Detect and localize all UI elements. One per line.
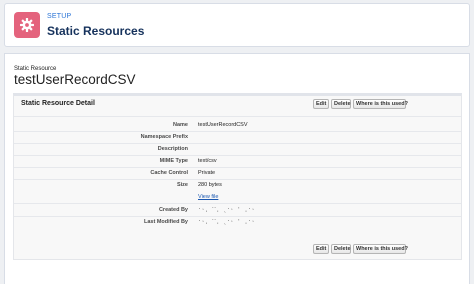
last-modified-by-label: Last Modified By [143, 219, 188, 225]
where-used-button-top[interactable]: Where is this used? [353, 99, 408, 109]
last-modified-by-value[interactable]: ˑ˒ˌ ˋˊˌ ˎˑ˒ ˈ ˌˑ˒ [198, 219, 255, 225]
size-label: Size [176, 182, 188, 188]
row-divider [14, 143, 461, 144]
delete-button-top[interactable]: Delete [331, 99, 351, 109]
section-label[interactable]: SETUP [47, 13, 71, 20]
name-value: testUserRecordCSV [198, 122, 248, 128]
cache-control-value: Private [198, 170, 216, 176]
created-by-value[interactable]: ˑ˒ˌ ˋˊˌ ˎˑ˒ ˈ ˌˑ˒ [198, 207, 255, 213]
namespace-prefix-label: Namespace Prefix [140, 134, 188, 140]
mime-type-label: MIME Type [159, 158, 188, 164]
detail-section [13, 93, 462, 260]
cache-control-label: Cache Control [150, 170, 188, 176]
edit-button-bottom[interactable]: Edit [313, 244, 329, 254]
page-header: SETUP Static Resources [4, 3, 470, 47]
size-value: 280 bytes [198, 182, 222, 188]
name-label: Name [173, 122, 188, 128]
row-divider [14, 179, 461, 180]
gear-icon [14, 12, 40, 38]
where-used-button-bottom[interactable]: Where is this used? [353, 244, 408, 254]
delete-button-bottom[interactable]: Delete [331, 244, 351, 254]
record-name-title: testUserRecordCSV [14, 72, 136, 87]
row-divider [14, 116, 461, 117]
page-heading: Static Resources [47, 24, 145, 38]
edit-button-top[interactable]: Edit [313, 99, 329, 109]
row-divider [14, 155, 461, 156]
created-by-label: Created By [158, 207, 188, 213]
row-divider [14, 167, 461, 168]
description-label: Description [157, 146, 188, 152]
detail-section-title: Static Resource Detail [21, 100, 95, 107]
row-divider [14, 131, 461, 132]
row-divider [14, 203, 461, 204]
view-file-link[interactable]: View file [198, 194, 218, 200]
mime-type-value: text/csv [198, 158, 217, 164]
row-divider [14, 216, 461, 217]
